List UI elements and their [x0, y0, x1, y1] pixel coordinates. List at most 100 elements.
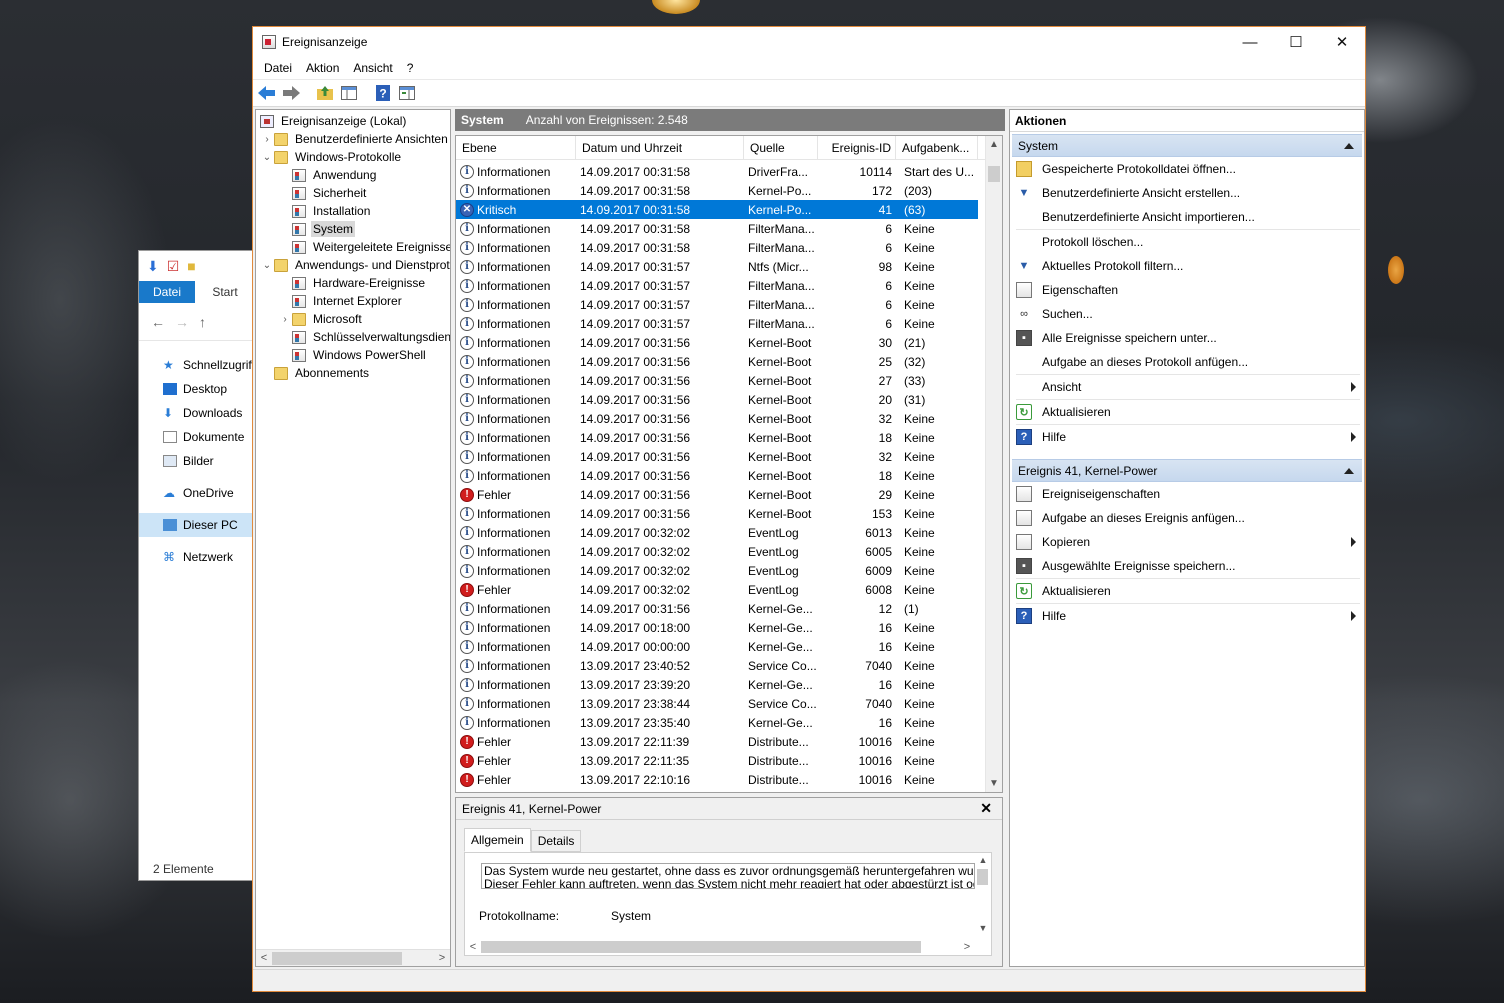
close-detail-icon[interactable]: ✕	[980, 800, 992, 817]
scroll-thumb[interactable]	[481, 941, 921, 953]
sidebar-item[interactable]: Dokumente	[139, 425, 257, 449]
event-row[interactable]: i Informationen 14.09.2017 00:31:57 FilterM…	[456, 295, 978, 314]
minimize-button[interactable]: —	[1227, 27, 1273, 57]
scroll-right-icon[interactable]: >	[959, 941, 975, 953]
maximize-button[interactable]: ☐	[1273, 27, 1319, 57]
back-arrow-icon[interactable]	[257, 83, 277, 103]
event-row[interactable]: i Informationen 14.09.2017 00:31:56 Kernel-…	[456, 390, 978, 409]
event-row[interactable]: i Informationen 14.09.2017 00:18:00 Kernel-…	[456, 618, 978, 637]
up-folder-icon[interactable]	[315, 83, 335, 103]
event-row[interactable]: i Informationen 13.09.2017 23:40:52 Service…	[456, 656, 978, 675]
tree-item[interactable]: Installation	[256, 202, 450, 220]
sidebar-item[interactable]: ⬇ Downloads	[139, 401, 257, 425]
action-item[interactable]: ∞ Suchen...	[1010, 302, 1364, 326]
event-row[interactable]: i Informationen 14.09.2017 00:31:56 Kernel-…	[456, 428, 978, 447]
event-row[interactable]: ! Fehler 13.09.2017 22:10:16 Distribute... 1…	[456, 770, 978, 789]
action-item[interactable]: ? Hilfe	[1010, 604, 1364, 628]
action-item[interactable]: ▼ Benutzerdefinierte Ansicht erstellen...	[1010, 181, 1364, 205]
menu-item[interactable]: Datei	[257, 61, 299, 75]
column-header[interactable]: Ebene	[456, 136, 576, 159]
collapse-caret-icon[interactable]	[1344, 468, 1354, 474]
action-item[interactable]: ? Hilfe	[1010, 425, 1364, 449]
tree-item[interactable]: › Microsoft	[256, 310, 450, 328]
tree-item[interactable]: ⌄ Windows-Protokolle	[256, 148, 450, 166]
event-row[interactable]: i Informationen 14.09.2017 00:31:56 Kernel-…	[456, 599, 978, 618]
scroll-left-icon[interactable]: <	[465, 941, 481, 953]
new-folder-icon[interactable]: ■	[187, 258, 195, 274]
detail-horizontal-scrollbar[interactable]: < >	[465, 939, 975, 955]
event-row[interactable]: i Informationen 14.09.2017 00:31:58 FilterM…	[456, 219, 978, 238]
event-row[interactable]: i Informationen 13.09.2017 23:38:44 Service…	[456, 694, 978, 713]
column-header[interactable]: Aufgabenk...	[896, 136, 978, 159]
tree-item[interactable]: Abonnements	[256, 364, 450, 382]
title-bar[interactable]: Ereignisanzeige — ☐ ✕	[253, 27, 1365, 57]
scroll-up-icon[interactable]: ▲	[975, 855, 991, 865]
event-row[interactable]: i Informationen 14.09.2017 00:31:56 Kernel-…	[456, 371, 978, 390]
event-row[interactable]: i Informationen 14.09.2017 00:31:56 Kernel-…	[456, 333, 978, 352]
tree-item[interactable]: Hardware-Ereignisse	[256, 274, 450, 292]
tree-item[interactable]: Windows PowerShell	[256, 346, 450, 364]
action-item[interactable]: Kopieren	[1010, 530, 1364, 554]
menu-item[interactable]: Aktion	[299, 61, 346, 75]
menu-item[interactable]: Ansicht	[346, 61, 399, 75]
sidebar-item[interactable]: Dieser PC	[139, 513, 257, 537]
action-item[interactable]: Benutzerdefinierte Ansicht importieren..…	[1010, 205, 1364, 229]
expand-chevron-icon[interactable]: ›	[260, 134, 274, 145]
tree-item[interactable]: Weitergeleitete Ereignisse	[256, 238, 450, 256]
actions-section-event[interactable]: Ereignis 41, Kernel-Power	[1012, 459, 1362, 482]
actions-section-system[interactable]: System	[1012, 134, 1362, 157]
event-row[interactable]: i Informationen 14.09.2017 00:31:56 Kernel-…	[456, 352, 978, 371]
tree-item[interactable]: Sicherheit	[256, 184, 450, 202]
scroll-down-icon[interactable]: ▼	[975, 923, 991, 933]
column-header[interactable]: Quelle	[744, 136, 818, 159]
event-description-text[interactable]: Das System wurde neu gestartet, ohne das…	[481, 863, 975, 889]
event-row[interactable]: i Informationen 14.09.2017 00:31:57 FilterM…	[456, 314, 978, 333]
sidebar-item[interactable]: ★ Schnellzugriff	[139, 353, 257, 377]
collapse-caret-icon[interactable]	[1344, 143, 1354, 149]
event-row[interactable]: ! Fehler 13.09.2017 22:11:35 Distribute... 1…	[456, 751, 978, 770]
event-row[interactable]: i Informationen 14.09.2017 00:31:58 Kernel-…	[456, 181, 978, 200]
tree-item[interactable]: › Benutzerdefinierte Ansichten	[256, 130, 450, 148]
action-item[interactable]: Aufgabe an dieses Protokoll anfügen...	[1010, 350, 1364, 374]
event-row[interactable]: i Informationen 14.09.2017 00:31:56 Kernel-…	[456, 447, 978, 466]
event-list-vertical-scrollbar[interactable]: ▲ ▼	[985, 136, 1002, 792]
scroll-up-icon[interactable]: ▲	[986, 136, 1002, 153]
tab-details[interactable]: Details	[530, 830, 582, 852]
forward-arrow-icon[interactable]: →	[175, 314, 189, 330]
download-arrow-icon[interactable]: ⬇	[147, 258, 159, 275]
tab-allgemein[interactable]: Allgemein	[464, 828, 531, 852]
event-row[interactable]: i Informationen 14.09.2017 00:32:02 EventLo…	[456, 542, 978, 561]
action-item[interactable]: Gespeicherte Protokolldatei öffnen...	[1010, 157, 1364, 181]
action-item[interactable]: ▼ Aktuelles Protokoll filtern...	[1010, 254, 1364, 278]
event-row[interactable]: i Informationen 14.09.2017 00:32:02 EventLo…	[456, 523, 978, 542]
sidebar-item[interactable]: ☁ OneDrive	[139, 481, 257, 505]
event-row[interactable]: i Informationen 14.09.2017 00:32:02 EventLo…	[456, 561, 978, 580]
help-icon[interactable]: ?	[373, 83, 393, 103]
back-arrow-icon[interactable]: ←	[151, 314, 165, 330]
expand-chevron-icon[interactable]: ›	[278, 314, 292, 325]
action-item[interactable]: Eigenschaften	[1010, 278, 1364, 302]
close-button[interactable]: ✕	[1319, 27, 1365, 57]
event-row[interactable]: i Informationen 14.09.2017 00:31:56 Kernel-…	[456, 504, 978, 523]
tree-item[interactable]: ⌄ Anwendungs- und Dienstprotokolle	[256, 256, 450, 274]
event-row[interactable]: i Informationen 14.09.2017 00:31:56 Kernel-…	[456, 409, 978, 428]
scroll-thumb[interactable]	[988, 166, 1000, 182]
event-row[interactable]: i Informationen 13.09.2017 23:35:40 Kernel-…	[456, 713, 978, 732]
scroll-down-icon[interactable]: ▼	[986, 775, 1002, 792]
tree-item[interactable]: Ereignisanzeige (Lokal)	[256, 112, 450, 130]
event-row[interactable]: i Informationen 14.09.2017 00:31:57 Ntfs (M…	[456, 257, 978, 276]
event-row[interactable]: ! Fehler 14.09.2017 00:32:02 EventLog 6008 Ke…	[456, 580, 978, 599]
up-arrow-icon[interactable]: ↑	[199, 314, 206, 330]
forward-arrow-icon[interactable]	[281, 83, 301, 103]
event-row[interactable]: ✕ Kritisch 14.09.2017 00:31:58 Kernel-Po...…	[456, 200, 978, 219]
menu-item[interactable]: ?	[400, 61, 421, 75]
action-item[interactable]: ↻ Aktualisieren	[1010, 579, 1364, 603]
event-row[interactable]: ! Fehler 13.09.2017 22:11:39 Distribute... 1…	[456, 732, 978, 751]
tree-item[interactable]: Schlüsselverwaltungsdienst	[256, 328, 450, 346]
properties-check-icon[interactable]: ☑	[167, 258, 180, 275]
action-item[interactable]: ↻ Aktualisieren	[1010, 400, 1364, 424]
event-row[interactable]: i Informationen 14.09.2017 00:31:58 FilterM…	[456, 238, 978, 257]
explorer-tab-start[interactable]: Start	[195, 281, 255, 303]
scroll-thumb[interactable]	[272, 951, 402, 965]
action-item[interactable]: ▪ Alle Ereignisse speichern unter...	[1010, 326, 1364, 350]
